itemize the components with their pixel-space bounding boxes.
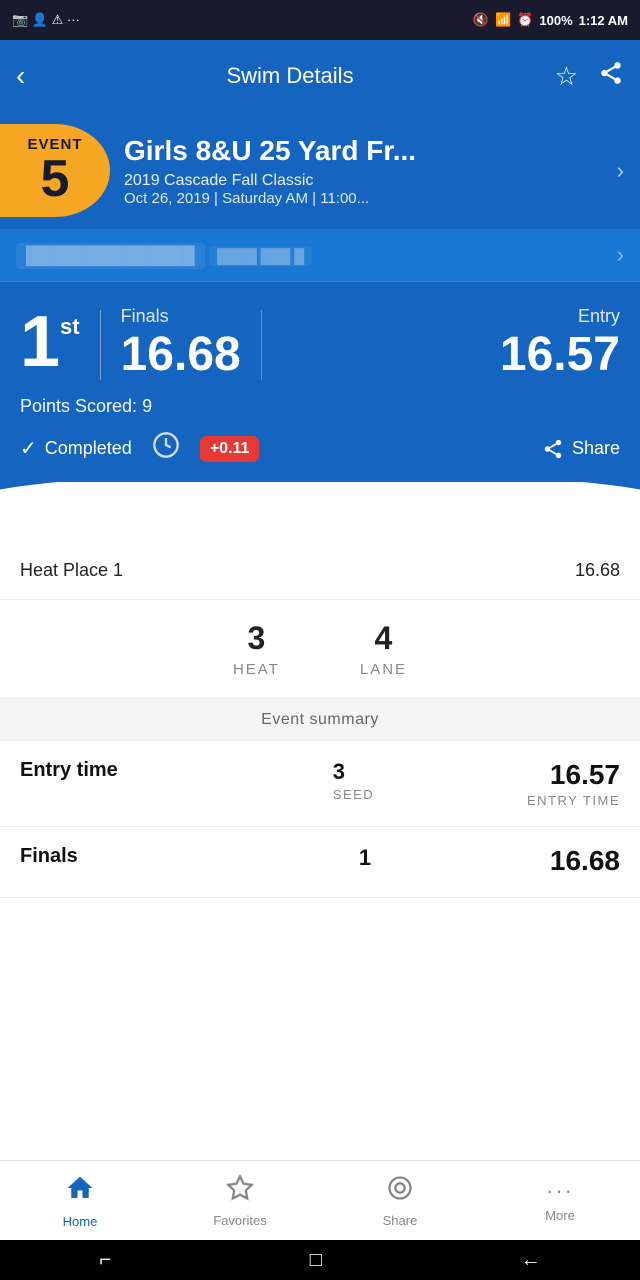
completed-label: Completed [45,438,132,459]
nav-home[interactable]: Home [0,1173,160,1229]
seed-label: SEED [333,787,374,802]
seed-number: 3 [333,759,345,785]
vertical-divider [100,310,101,380]
summary-entry-label: Entry time [20,759,180,782]
entry-time-num: 16.57 [550,759,620,791]
android-home-button[interactable]: □ [310,1249,322,1272]
place-suffix: st [60,314,80,340]
finals-place-num: 1 [359,845,371,871]
event-meet: 2019 Cascade Fall Classic [124,172,617,190]
android-back-button[interactable]: ← [521,1249,541,1272]
header-actions: ☆ [555,60,624,92]
status-bar: 📷 👤 ⚠ ··· 🔇 📶 ⏰ 100% 1:12 AM [0,0,640,40]
event-date: Oct 26, 2019 | Saturday AM | 11:00... [124,190,617,207]
home-icon [65,1173,95,1210]
share-inline-button[interactable]: Share [542,438,620,460]
swimmer-sub: ████ ███ █ [209,246,312,266]
lane-number: 4 [375,620,393,657]
summary-entry-seed: 3 SEED [333,759,374,802]
nav-share[interactable]: Share [320,1174,480,1228]
summary-finals-time: 16.68 [550,845,620,879]
battery-text: 100% [539,13,572,28]
swimmer-arrow-icon[interactable]: › [617,242,624,268]
diff-badge: +0.11 [200,436,260,462]
body-section: Heat Place 1 16.68 3 HEAT 4 LANE Event s… [0,542,640,898]
points-scored: Points Scored: 9 [20,396,620,417]
android-nav-bar: ⌐ □ ← [0,1240,640,1280]
heat-label: HEAT [233,661,280,678]
nav-share-label: Share [383,1213,418,1228]
check-icon: ✓ [20,436,37,461]
finals-label: Finals [121,306,241,327]
place-block: 1 st [20,306,80,378]
share-label: Share [572,438,620,459]
completed-badge: ✓ Completed [20,436,132,461]
lane-label: LANE [360,661,407,678]
summary-row-finals: Finals 1 16.68 [0,827,640,898]
swimmer-info: ██████████████ ████ ███ █ [16,241,312,269]
share-button-header[interactable] [598,60,624,92]
nav-favorites[interactable]: Favorites [160,1174,320,1228]
event-number-block: EVENT 5 [0,124,110,217]
time-text: 1:12 AM [579,13,628,28]
status-right-info: 🔇 📶 ⏰ 100% 1:12 AM [473,12,628,28]
share-nav-icon [386,1174,414,1209]
wifi-icon: 📶 [495,12,511,28]
entry-label: Entry [500,306,620,327]
nav-more[interactable]: ··· More [480,1178,640,1223]
event-number: 5 [41,153,70,205]
wave-divider [0,482,640,542]
favorites-icon [226,1174,254,1209]
app-header: ‹ Swim Details ☆ [0,40,640,112]
event-arrow-icon[interactable]: › [617,124,624,217]
finals-time: 16.68 [121,327,241,382]
swimmer-name: ██████████████ [16,243,205,269]
android-recent-button[interactable]: ⌐ [99,1249,111,1272]
nav-favorites-label: Favorites [213,1213,266,1228]
summary-row-entry: Entry time 3 SEED 16.57 ENTRY TIME [0,741,640,827]
back-button[interactable]: ‹ [16,60,25,92]
alarm-icon: ⏰ [517,12,533,28]
swimmer-row[interactable]: ██████████████ ████ ███ █ › [0,229,640,282]
heat-place-label: Heat Place 1 [20,560,123,581]
notification-icons: 📷 👤 ⚠ ··· [12,12,80,28]
status-row: ✓ Completed +0.11 Share [20,431,620,466]
place-number: 1 [20,306,60,378]
results-top: 1 st Finals 16.68 Entry 16.57 [20,306,620,384]
heat-place-row: Heat Place 1 16.68 [0,542,640,600]
summary-finals-place: 1 [359,845,371,873]
divider-v2 [261,310,262,380]
event-summary-title: Event summary [261,711,379,728]
event-info: Girls 8&U 25 Yard Fr... 2019 Cascade Fal… [124,124,617,217]
clock-icon [152,431,180,466]
finals-time-num: 16.68 [550,845,620,877]
entry-time: 16.57 [500,327,620,382]
mute-icon: 🔇 [473,12,489,28]
heat-col: 3 HEAT [233,620,280,678]
entry-time-label: ENTRY TIME [527,793,620,808]
summary-finals-label: Finals [20,845,180,868]
entry-col: Entry 16.57 [500,306,620,382]
heat-lane-row: 3 HEAT 4 LANE [0,600,640,699]
bottom-nav: Home Favorites Share ··· More [0,1160,640,1240]
finals-col: Finals 16.68 [121,306,241,382]
page-title: Swim Details [226,63,353,89]
heat-number: 3 [248,620,266,657]
heat-place-value: 16.68 [575,560,620,581]
lane-col: 4 LANE [360,620,407,678]
summary-entry-time: 16.57 ENTRY TIME [527,759,620,808]
favorite-button[interactable]: ☆ [555,60,578,92]
more-icon: ··· [546,1178,574,1204]
status-left-icons: 📷 👤 ⚠ ··· [12,12,80,28]
nav-more-label: More [545,1208,575,1223]
event-card: EVENT 5 Girls 8&U 25 Yard Fr... 2019 Cas… [0,112,640,229]
nav-home-label: Home [63,1214,98,1229]
event-name: Girls 8&U 25 Yard Fr... [124,134,617,168]
results-section: 1 st Finals 16.68 Entry 16.57 Points Sco… [0,282,640,482]
event-summary-header: Event summary [0,699,640,741]
